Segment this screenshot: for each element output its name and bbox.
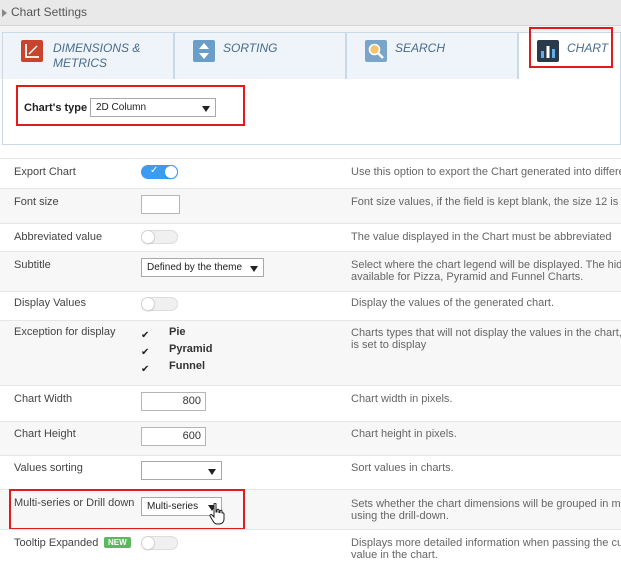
export-chart-label: Export Chart	[14, 166, 76, 178]
row-values-sorting: Values sorting Sort values in charts.	[0, 455, 621, 489]
tab-label: SEARCH	[395, 41, 446, 55]
chart-width-desc: Chart width in pixels.	[351, 393, 453, 405]
abbreviated-desc: The value displayed in the Chart must be…	[351, 231, 612, 243]
exception-label: Exception for display	[14, 326, 116, 338]
check-icon: ✓	[150, 165, 159, 176]
multi-series-desc-line1: Sets whether the chart dimensions will b…	[351, 498, 621, 510]
values-sorting-desc: Sort values in charts.	[351, 462, 454, 474]
tooltip-expanded-label: Tooltip Expanded	[14, 537, 99, 549]
mouse-cursor-icon	[209, 502, 225, 528]
highlight-chart-type	[16, 85, 245, 126]
row-chart-width: Chart Width 800 Chart width in pixels.	[0, 385, 621, 421]
toggle-knob	[141, 536, 155, 550]
tab-search[interactable]: SEARCH	[346, 32, 518, 79]
tooltip-desc-line2: value in the chart.	[351, 549, 438, 561]
exception-desc-line2: is set to display	[351, 339, 427, 351]
chart-width-input[interactable]: 800	[141, 392, 206, 411]
display-values-desc: Display the values of the generated char…	[351, 297, 555, 309]
subtitle-select[interactable]: Defined by the theme	[141, 258, 264, 277]
toggle-knob	[164, 165, 178, 179]
values-sorting-select[interactable]	[141, 461, 222, 480]
toggle-knob	[141, 230, 155, 244]
tab-sorting[interactable]: SORTING	[174, 32, 346, 79]
panel-header[interactable]: Chart Settings	[0, 0, 621, 26]
exception-desc-line1: Charts types that will not display the v…	[351, 327, 621, 339]
chevron-down-icon	[208, 469, 216, 475]
tooltip-expanded-toggle[interactable]	[141, 536, 178, 550]
subtitle-desc-line1: Select where the chart legend will be di…	[351, 259, 621, 271]
toggle-knob	[141, 297, 155, 311]
chevron-down-icon	[250, 266, 258, 272]
tab-label: DIMENSIONS & METRICS	[53, 41, 141, 70]
chart-width-label: Chart Width	[14, 393, 73, 405]
row-export-chart: Export Chart ✓ Use this option to export…	[0, 158, 621, 188]
highlight-chart-tab	[529, 27, 613, 68]
chart-height-input[interactable]: 600	[141, 427, 206, 446]
row-abbreviated-value: Abbreviated value The value displayed in…	[0, 223, 621, 251]
subtitle-value: Defined by the theme	[147, 262, 243, 273]
row-font-size: Font size Font size values, if the field…	[0, 188, 621, 223]
row-chart-height: Chart Height 600 Chart height in pixels.	[0, 421, 621, 455]
export-chart-desc: Use this option to export the Chart gene…	[351, 166, 621, 178]
export-chart-toggle[interactable]: ✓	[141, 165, 178, 179]
search-icon	[365, 40, 387, 62]
abbreviated-toggle[interactable]	[141, 230, 178, 244]
checkbox-pie[interactable]: ✔	[141, 331, 151, 341]
collapse-caret-icon[interactable]	[2, 9, 7, 17]
panel-title: Chart Settings	[11, 5, 88, 19]
checkbox-funnel[interactable]: ✔	[141, 365, 151, 375]
tab-label: SORTING	[223, 41, 278, 55]
font-size-input[interactable]	[141, 195, 180, 214]
display-values-toggle[interactable]	[141, 297, 178, 311]
subtitle-label: Subtitle	[14, 259, 51, 271]
row-exception-for-display: Exception for display ✔ Pie ✔ Pyramid ✔ …	[0, 320, 621, 385]
option-pie-label: Pie	[169, 326, 186, 338]
multi-series-desc-line2: using the drill-down.	[351, 510, 449, 522]
sorting-icon	[193, 40, 215, 62]
checkbox-pyramid[interactable]: ✔	[141, 348, 151, 358]
tooltip-desc-line1: Displays more detailed information when …	[351, 537, 621, 549]
row-display-values: Display Values Display the values of the…	[0, 291, 621, 320]
new-badge: NEW	[104, 537, 131, 548]
row-subtitle: Subtitle Defined by the theme Select whe…	[0, 251, 621, 291]
tab-dimensions-metrics[interactable]: DIMENSIONS & METRICS	[2, 32, 174, 79]
chart-height-label: Chart Height	[14, 428, 76, 440]
abbreviated-label: Abbreviated value	[14, 231, 103, 243]
chart-height-desc: Chart height in pixels.	[351, 428, 457, 440]
tab-bar: DIMENSIONS & METRICS SORTING SEARCH CHAR…	[0, 26, 621, 79]
values-sorting-label: Values sorting	[14, 462, 83, 474]
dimensions-icon	[21, 40, 43, 62]
display-values-label: Display Values	[14, 297, 86, 309]
font-size-desc: Font size values, if the field is kept b…	[351, 196, 621, 208]
font-size-label: Font size	[14, 196, 59, 208]
option-funnel-label: Funnel	[169, 360, 206, 372]
option-pyramid-label: Pyramid	[169, 343, 213, 355]
subtitle-desc-line2: available for Pizza, Pyramid and Funnel …	[351, 271, 584, 283]
row-tooltip-expanded: Tooltip Expanded NEW Displays more detai…	[0, 529, 621, 566]
